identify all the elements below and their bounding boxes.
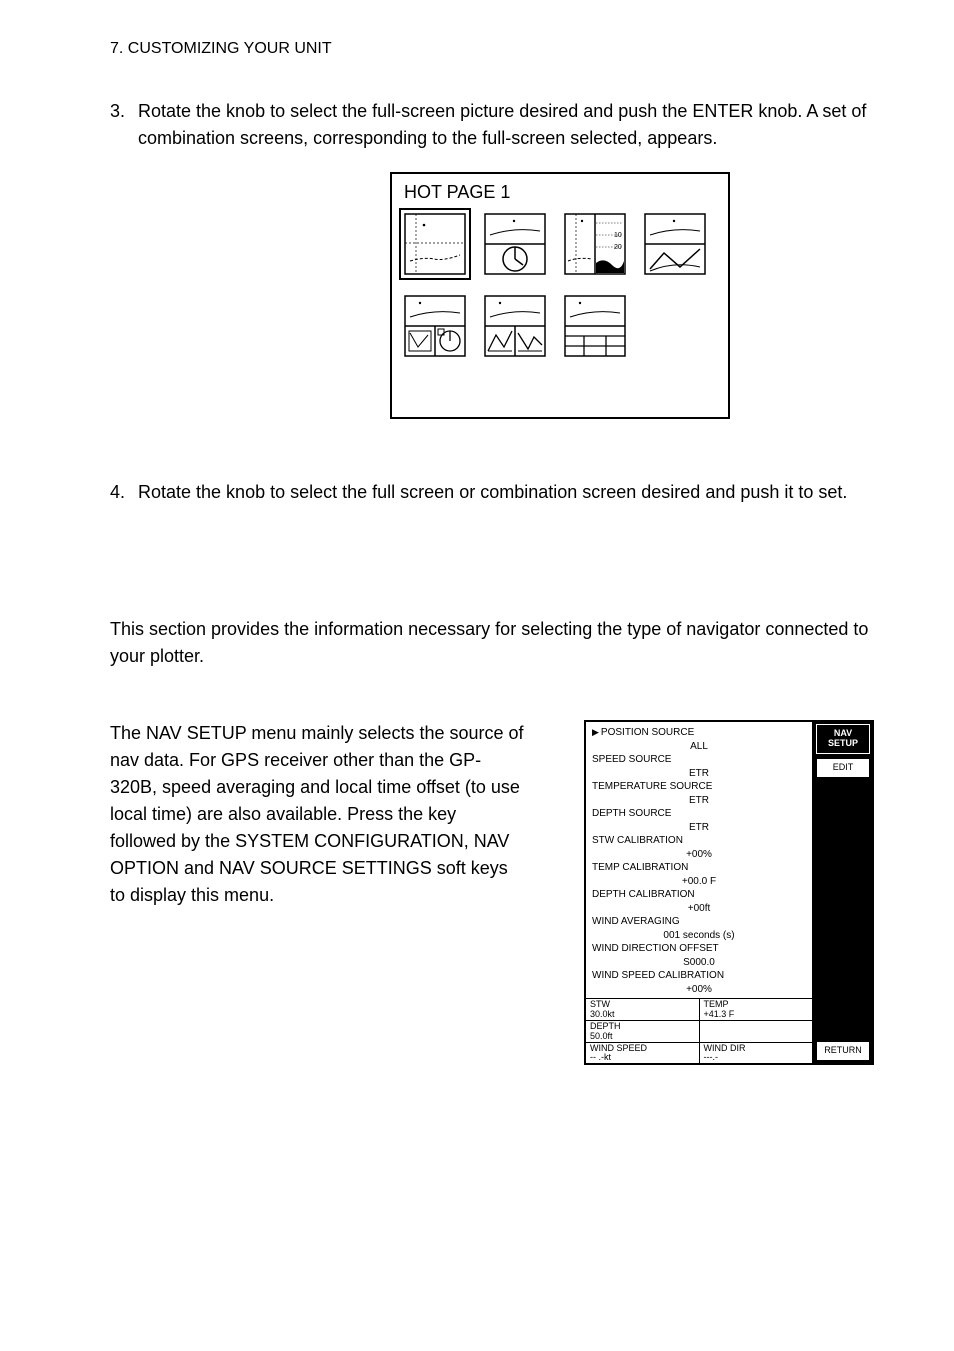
nav-item-wind-direction-offset[interactable]: WIND DIRECTION OFFSET: [592, 942, 806, 956]
soft-key-title: NAVSETUP: [816, 724, 870, 754]
nav-setup-panel: POSITION SOURCE ALL SPEED SOURCE ETR TEM…: [584, 720, 874, 1065]
thumb-combo-b[interactable]: [484, 295, 546, 357]
nav-item-position-source[interactable]: POSITION SOURCE: [592, 726, 806, 740]
depth-20-label: 20: [614, 244, 622, 251]
thumb-combo-c[interactable]: [564, 295, 626, 357]
readout-stw: STW 30.0kt: [586, 999, 700, 1021]
step-3: 3. Rotate the knob to select the full-sc…: [110, 98, 874, 152]
nav-value: ALL: [592, 740, 806, 754]
nav-value: +00ft: [592, 902, 806, 916]
nav-value: ETR: [592, 794, 806, 808]
thumb-row-1: 10 20: [404, 213, 716, 275]
nav-item-depth-source[interactable]: DEPTH SOURCE: [592, 807, 806, 821]
nav-value: S000.0: [592, 956, 806, 970]
nav-value: ETR: [592, 767, 806, 781]
thumb-row-2: [404, 295, 716, 357]
nav-readout-table: STW 30.0kt TEMP +41.3 F DEPTH 50.0ft: [586, 998, 812, 1063]
soft-key-column: NAVSETUP EDIT RETURN: [814, 722, 872, 1063]
nav-setup-list: POSITION SOURCE ALL SPEED SOURCE ETR TEM…: [586, 722, 812, 998]
thumb-plotter[interactable]: [404, 213, 466, 275]
soft-key-edit[interactable]: EDIT: [816, 758, 870, 778]
thumb-dual-plotter[interactable]: [644, 213, 706, 275]
nav-item-wind-averaging[interactable]: WIND AVERAGING: [592, 915, 806, 929]
nav-value: +00.0 F: [592, 875, 806, 889]
hotpage-panel: HOT PAGE 1: [390, 172, 730, 419]
nav-item-wind-speed-calibration[interactable]: WIND SPEED CALIBRATION: [592, 969, 806, 983]
step-text: Rotate the knob to select the full-scree…: [138, 98, 874, 152]
step-number: 3.: [110, 98, 138, 152]
hotpage-title: HOT PAGE 1: [404, 182, 716, 203]
readout-wind-speed: WIND SPEED -- .-kt: [586, 1043, 700, 1064]
nav-value: +00%: [592, 983, 806, 997]
readout-blank: [700, 1021, 813, 1043]
nav-item-stw-calibration[interactable]: STW CALIBRATION: [592, 834, 806, 848]
thumb-combo-a[interactable]: [404, 295, 466, 357]
nav-value: ETR: [592, 821, 806, 835]
step-4: 4. Rotate the knob to select the full sc…: [110, 479, 874, 506]
nav-item-speed-source[interactable]: SPEED SOURCE: [592, 753, 806, 767]
section-intro: This section provides the information ne…: [110, 616, 874, 670]
nav-value: 001 seconds (s): [592, 929, 806, 943]
readout-wind-dir: WIND DIR ---.-: [700, 1043, 813, 1064]
section-header: 7. CUSTOMIZING YOUR UNIT: [110, 40, 874, 58]
readout-temp: TEMP +41.3 F: [700, 999, 813, 1021]
readout-depth: DEPTH 50.0ft: [586, 1021, 700, 1043]
nav-setup-description: The NAV SETUP menu mainly selects the so…: [110, 720, 524, 909]
thumb-plotter-sounder[interactable]: 10 20: [564, 213, 626, 275]
nav-item-temp-calibration[interactable]: TEMP CALIBRATION: [592, 861, 806, 875]
nav-item-temperature-source[interactable]: TEMPERATURE SOURCE: [592, 780, 806, 794]
soft-key-return[interactable]: RETURN: [816, 1041, 870, 1061]
step-text: Rotate the knob to select the full scree…: [138, 479, 874, 506]
nav-item-depth-calibration[interactable]: DEPTH CALIBRATION: [592, 888, 806, 902]
depth-10-label: 10: [614, 232, 622, 239]
step-number: 4.: [110, 479, 138, 506]
thumb-plotter-radar[interactable]: [484, 213, 546, 275]
nav-value: +00%: [592, 848, 806, 862]
